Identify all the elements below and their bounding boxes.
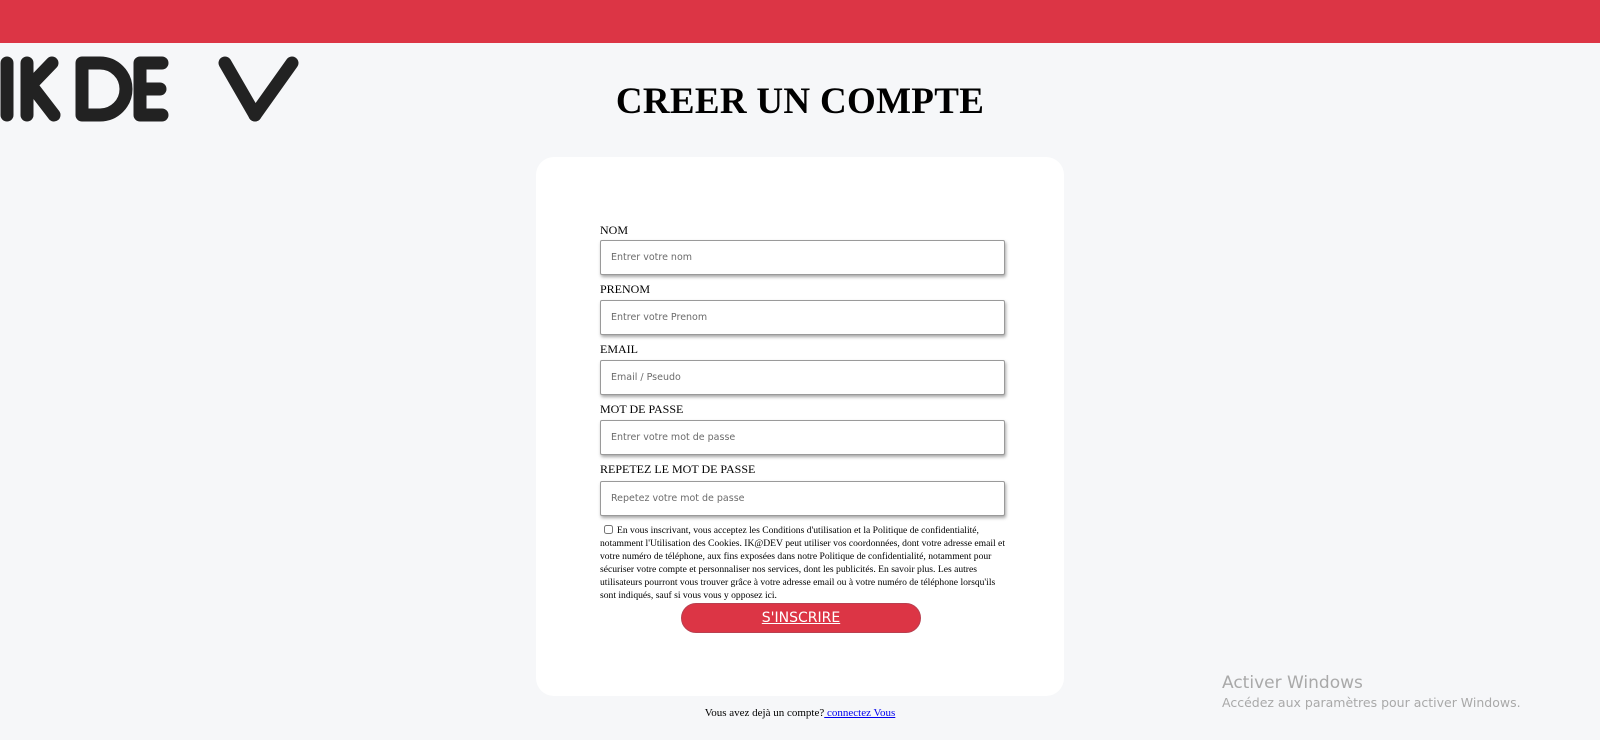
watermark-subtitle: Accédez aux paramètres pour activer Wind… [1222,695,1521,710]
windows-activation-watermark: Activer Windows Accédez aux paramètres p… [1222,672,1521,712]
signup-card: NOM PRENOM EMAIL MOT DE PASSE REPETEZ LE… [536,157,1064,696]
prenom-label: PRENOM [600,282,651,296]
terms-block: En vous inscrivant, vous acceptez les Co… [600,524,1005,602]
top-accent-bar [0,0,1600,43]
watermark-title: Activer Windows [1222,673,1363,693]
email-input[interactable] [600,360,1005,395]
prenom-input[interactable] [600,300,1005,335]
terms-checkbox[interactable] [604,525,613,534]
email-label: EMAIL [600,342,638,356]
login-link[interactable]: connectez Vous [824,707,895,719]
page-title: CREER UN COMPTE [615,81,985,122]
nom-label: NOM [600,223,629,237]
repeat-password-input[interactable] [600,481,1005,516]
nom-input[interactable] [600,240,1005,275]
signup-button[interactable]: S'INSCRIRE [681,603,921,633]
repeat-password-label: REPETEZ LE MOT DE PASSE [600,462,756,476]
password-label: MOT DE PASSE [600,402,684,416]
login-prompt-text: Vous avez dejà un compte? [704,707,825,719]
terms-text: En vous inscrivant, vous acceptez les Co… [600,525,1005,601]
password-input[interactable] [600,420,1005,455]
